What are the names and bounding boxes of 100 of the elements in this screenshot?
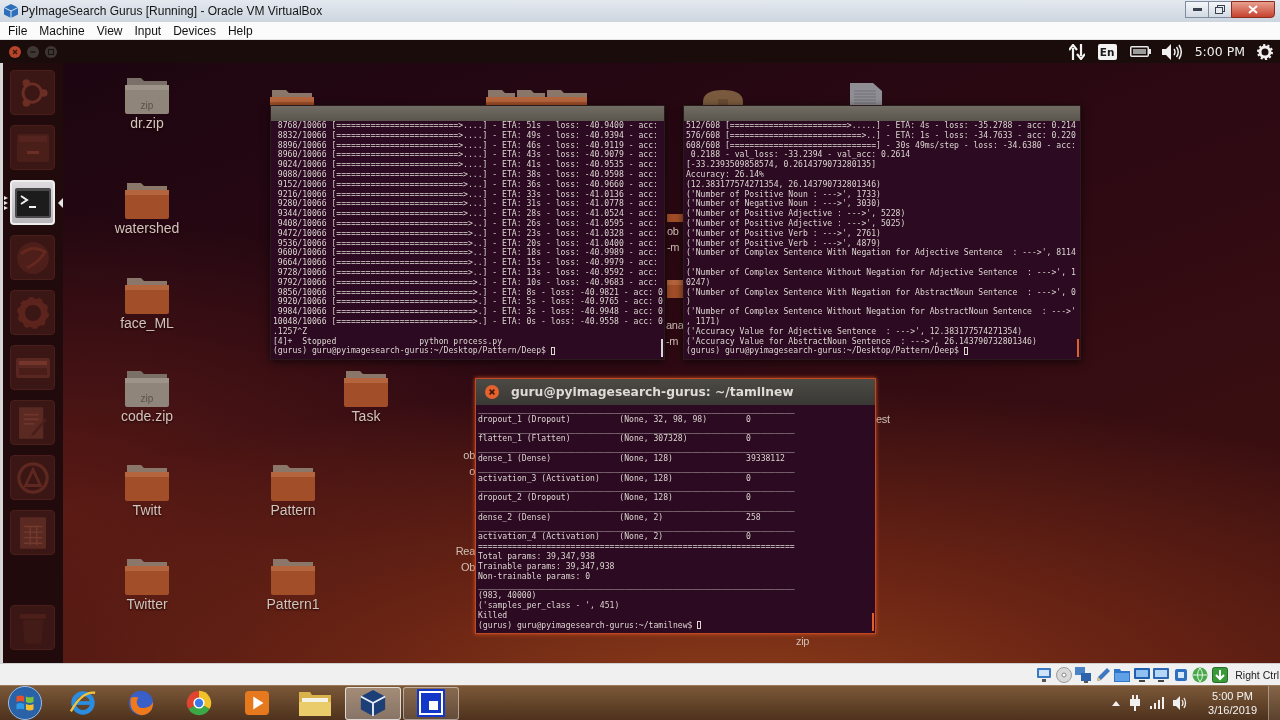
display-icon[interactable] (1153, 667, 1170, 682)
gear-icon[interactable] (1257, 43, 1273, 60)
arrow-down-icon[interactable] (1211, 666, 1228, 683)
terminal-line: 608/608 [==============================] - 30s 49ms/step - loss: -34.6380 - acc: (686, 140, 1076, 150)
pencil-icon[interactable] (1094, 666, 1111, 683)
folder-icon[interactable] (271, 559, 315, 595)
drive-icon[interactable] (703, 90, 743, 105)
menu-item[interactable]: File (2, 22, 34, 39)
terminal-line: dense_1 (Dense) (None, 128) 39338112 (478, 454, 785, 464)
terminal-line: (12.383177574271354, 26.143790732801346) (686, 179, 881, 190)
folder-icon[interactable] (125, 465, 169, 501)
folder-icon[interactable] (1114, 667, 1131, 682)
terminal-line: 9664/10066 [===========================>..] - ETA: 15s - loss: -40.9979 - acc: (276, 258, 658, 268)
terminal-line: _________________________________________________________________ (478, 581, 795, 592)
terminal-line: ('Number of Complex Sentence With Negation for Adjective Sentence : --->', 8114 (686, 248, 1076, 258)
clock-time[interactable]: 5:00 PM (1212, 689, 1253, 703)
speaker-icon[interactable] (1161, 43, 1182, 60)
terminal-line: activation_4 (Activation) (None, 2) 0 (478, 532, 751, 543)
signal-bars-icon[interactable] (1150, 697, 1165, 709)
menu-item[interactable]: Devices (167, 22, 222, 39)
folder-icon[interactable] (344, 371, 388, 407)
cube-icon (359, 689, 387, 717)
terminal-line: 9088/10066 [==========================>...] - ETA: 38s - loss: -40.9598 - acc: (276, 170, 658, 180)
folder-icon (299, 690, 331, 716)
terminal-line: activation_3 (Activation) (None, 128) 0 (478, 473, 751, 484)
stacked-screens-icon[interactable] (1075, 666, 1092, 683)
terminal-line: ('Number of Complex Sentence Without Negation for Adjective Sentence : --->', 1 (686, 267, 1076, 278)
minimize-button[interactable] (1185, 1, 1209, 18)
keyboard-layout-button[interactable]: En (1097, 43, 1117, 60)
terminal-line: 9152/10066 [==========================>...] - ETA: 36s - loss: -40.9660 - acc: (276, 179, 658, 190)
flag-logo-icon (8, 686, 42, 720)
terminal-line: ('samples_per_class - ', 451) (478, 600, 620, 611)
taskbar-button[interactable] (345, 686, 401, 720)
battery-icon[interactable] (1129, 46, 1151, 57)
panel-clock[interactable]: 5:00 PM (1194, 44, 1245, 59)
close-icon (485, 385, 499, 399)
icon-label[interactable]: Task (351, 408, 381, 425)
terminal-line: ('Accuracy Value for AbstractNoun Sentence : --->', 26.143790732801346) (686, 336, 1037, 347)
text-cursor (550, 347, 555, 356)
icon-label-fragment: ob (463, 448, 475, 463)
segmented-circle-icon (185, 689, 213, 717)
terminal-prompt: (gurus) guru@pyimagesearch-gurus:~/Desktop/Pattern/Deep$ (273, 346, 546, 357)
cube-icon (4, 4, 18, 18)
icon-label-fragment: ana (666, 318, 684, 333)
icon-label-fragment: zip (796, 634, 810, 649)
menu-item[interactable]: View (90, 22, 129, 39)
document-icon[interactable] (850, 83, 882, 105)
terminal-line: _________________________________________________________________ (478, 424, 795, 435)
terminal-line: Total params: 39,347,938 (478, 551, 595, 562)
icon-label[interactable]: Pattern1 (266, 596, 320, 613)
window-icon (417, 689, 445, 717)
restore-button[interactable] (1208, 1, 1232, 18)
terminal-line: _________________________________________________________________ (478, 522, 795, 533)
folder-icon[interactable] (125, 278, 169, 314)
close-button[interactable] (9, 45, 21, 58)
folder-icon[interactable] (125, 559, 169, 595)
folder-icon[interactable] (125, 183, 169, 219)
taskbar-button[interactable] (403, 686, 459, 720)
close-button[interactable] (1231, 1, 1275, 18)
show-desktop-button[interactable] (1268, 685, 1280, 720)
scrollbar-thumb[interactable] (1077, 339, 1079, 357)
terminal-line: 9920/10066 [============================>.] - ETA: 5s - loss: -40.9765 - acc: 0 (276, 297, 663, 307)
terminal-line: 8896/10066 [=========================>....] - ETA: 46s - loss: -40.9119 - acc: (276, 140, 658, 150)
icon-label[interactable]: code.zip (120, 408, 174, 425)
caret-up-icon[interactable] (1112, 700, 1121, 706)
icon-label[interactable]: Twitter (126, 596, 168, 613)
menu-item[interactable]: Machine (33, 22, 91, 39)
monitor-icon[interactable] (1036, 666, 1053, 683)
terminal-line: 0.2188 - val_loss: -33.2394 - val_acc: 0.2614 (690, 150, 911, 161)
display-icon[interactable] (1133, 667, 1150, 682)
terminal-prompt: (gurus) guru@pyimagesearch-gurus:~/Desktop/Pattern/Deep$ (686, 346, 959, 357)
plug-icon[interactable] (1129, 695, 1142, 711)
icon-label[interactable]: Twitt (132, 502, 162, 519)
icon-label[interactable]: watershed (114, 220, 180, 237)
scrollbar-thumb[interactable] (661, 339, 663, 357)
speaker-icon[interactable] (1173, 696, 1188, 710)
icon-label[interactable]: dr.zip (130, 115, 164, 132)
panel-icon (15, 357, 50, 378)
menu-item[interactable]: Help (221, 22, 259, 39)
terminal-line: ('Number of Complex Sentence Without Negation for AbstractNoun Sentence : --->' (686, 307, 1076, 317)
icon-label[interactable]: face_ML (120, 315, 174, 332)
terminal-line: dense_2 (Dense) (None, 2) 258 (478, 512, 761, 523)
terminal-line: 9472/10066 [===========================>..] - ETA: 23s - loss: -41.0328 - acc: (276, 228, 658, 239)
folder-icon[interactable] (271, 465, 315, 501)
icon-label[interactable]: Pattern (270, 502, 316, 519)
clock-date[interactable]: 3/16/2019 (1208, 703, 1257, 717)
scrollbar-thumb[interactable] (872, 613, 874, 631)
terminal-line: 9024/10066 [=========================>....] - ETA: 41s - loss: -40.9535 - acc: (276, 160, 658, 170)
terminal-line: _________________________________________________________________ (478, 483, 795, 494)
terminal-line: [-33.2393509858574, 0.2614379073280135] (686, 160, 877, 170)
terminal-line: 0247) (686, 277, 711, 288)
close-icon (9, 45, 21, 58)
close-button[interactable] (485, 385, 499, 399)
menu-item[interactable]: Input (128, 22, 168, 39)
zip-file-icon[interactable] (125, 78, 169, 114)
chip-icon[interactable] (1172, 666, 1189, 683)
terminal-line: ('Number of Positive Adjective : --->', 5025) (686, 218, 906, 229)
maximize-icon (45, 45, 57, 58)
zip-file-icon[interactable] (125, 371, 169, 407)
transfer-arrows-icon[interactable] (1068, 43, 1085, 60)
